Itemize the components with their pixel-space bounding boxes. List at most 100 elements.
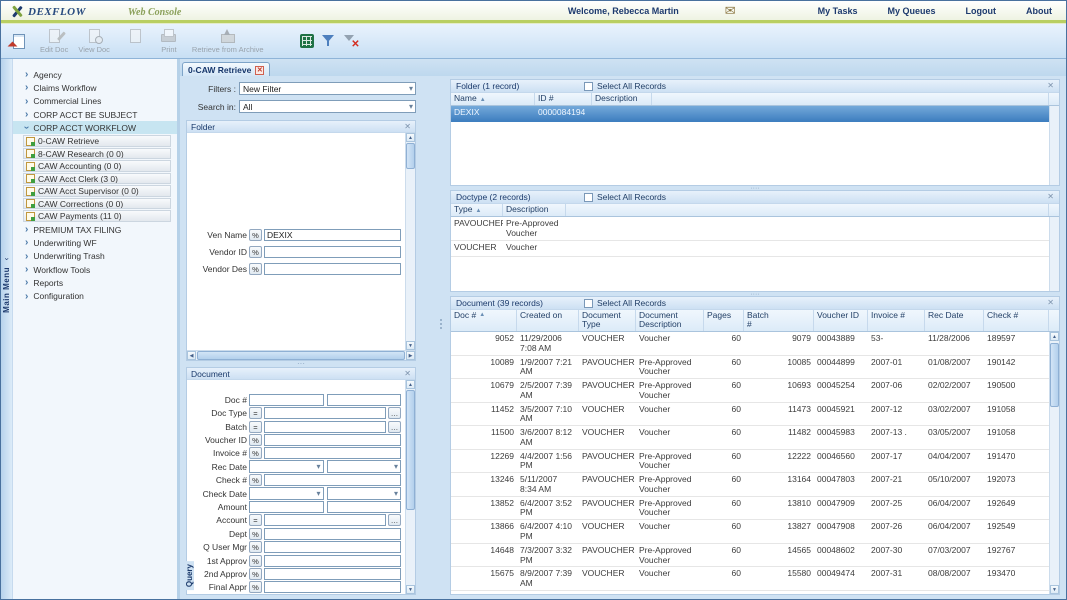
close-panel-icon[interactable]: ✕ [404, 123, 411, 131]
select-all-checkbox[interactable] [584, 82, 593, 91]
close-panel-icon[interactable]: ✕ [1047, 193, 1054, 201]
column-header-check[interactable]: Check # [984, 310, 1049, 331]
horizontal-scrollbar[interactable]: ◀ ▶ [187, 350, 415, 360]
field-select[interactable]: ▾ [249, 487, 324, 500]
tab-0-caw-retrieve[interactable]: 0-CAW Retrieve ✕ [182, 62, 270, 76]
field-input[interactable] [264, 447, 401, 459]
column-header-invoice[interactable]: Invoice # [868, 310, 925, 331]
field-input[interactable] [264, 514, 386, 526]
search-in-dropdown[interactable]: All ▾ [239, 100, 416, 113]
field-input[interactable] [264, 246, 401, 258]
table-row[interactable]: 115003/6/2007 8:12 AMVOUCHERVoucher60114… [451, 426, 1049, 450]
tab-close-icon[interactable]: ✕ [255, 66, 264, 75]
scroll-right-icon[interactable]: ▶ [406, 351, 415, 360]
print-button[interactable]: Print [156, 29, 182, 54]
field-input[interactable] [249, 501, 324, 513]
lookup-button[interactable]: … [388, 421, 401, 433]
inbox-icon[interactable]: ✉ [725, 3, 736, 19]
column-header-rec-date[interactable]: Rec Date [925, 310, 984, 331]
field-input[interactable] [264, 407, 386, 419]
field-input[interactable] [264, 541, 401, 553]
sidebar-item-premium-tax-filing[interactable]: ›PREMIUM TAX FILING [13, 223, 177, 236]
select-all-records[interactable]: Select All Records [584, 192, 666, 202]
field-input[interactable] [264, 474, 401, 486]
operator-button[interactable]: % [249, 528, 262, 540]
sidebar-item-caw-acct-supervisor-0-0[interactable]: CAW Acct Supervisor (0 0) [23, 185, 171, 197]
main-menu-strip[interactable]: › Main Menu [1, 59, 13, 599]
operator-button[interactable]: % [249, 474, 262, 486]
table-row[interactable]: 163229/7/2007 8:18 AMVOUCHERVoucher60161… [451, 591, 1049, 594]
select-all-records[interactable]: Select All Records [584, 298, 666, 308]
lookup-button[interactable]: … [388, 407, 401, 419]
table-row[interactable]: VOUCHERVoucher [451, 241, 1049, 257]
clear-filter-icon[interactable] [344, 34, 360, 48]
table-row[interactable]: 138666/4/2007 4:10 PMVOUCHERVoucher60138… [451, 520, 1049, 544]
operator-button[interactable]: % [249, 581, 262, 593]
select-all-records[interactable]: Select All Records [584, 81, 666, 91]
field-input[interactable] [327, 394, 402, 406]
scroll-down-icon[interactable]: ▼ [1050, 585, 1059, 594]
vertical-scrollbar[interactable]: ▲ ▼ [405, 380, 415, 594]
sidebar-item-8-caw-research-0-0[interactable]: 8-CAW Research (0 0) [23, 148, 171, 160]
sidebar-item-claims-workflow[interactable]: ›Claims Workflow [13, 81, 177, 94]
table-row[interactable]: PAVOUCHERPre-Approved Voucher [451, 217, 1049, 241]
column-header-id[interactable]: ID # [535, 93, 592, 105]
column-splitter[interactable] [438, 311, 443, 337]
filters-dropdown[interactable]: New Filter ▾ [239, 82, 416, 95]
field-input[interactable] [264, 263, 401, 275]
field-input[interactable] [264, 568, 401, 580]
vertical-scrollbar[interactable]: ▲ ▼ [405, 133, 415, 350]
table-row[interactable]: 146487/3/2007 3:32 PMPAVOUCHERPre-Approv… [451, 544, 1049, 568]
scroll-up-icon[interactable]: ▲ [1050, 332, 1059, 341]
column-header-name[interactable]: Name▲ [451, 93, 535, 105]
table-row[interactable]: 106792/5/2007 7:39 AMPAVOUCHERPre-Approv… [451, 379, 1049, 403]
lookup-button[interactable]: … [388, 514, 401, 526]
sidebar-item-caw-corrections-0-0[interactable]: CAW Corrections (0 0) [23, 198, 171, 210]
scroll-up-icon[interactable]: ▲ [406, 380, 415, 389]
field-input[interactable] [249, 394, 324, 406]
sidebar-item-caw-accounting-0-0[interactable]: CAW Accounting (0 0) [23, 160, 171, 172]
table-row[interactable]: 156758/9/2007 7:39 AMVOUCHERVoucher60155… [451, 567, 1049, 591]
sidebar-item-commercial-lines[interactable]: ›Commercial Lines [13, 95, 177, 108]
scroll-thumb[interactable] [197, 351, 405, 360]
scroll-down-icon[interactable]: ▼ [406, 341, 415, 350]
sidebar-item-agency[interactable]: ›Agency [13, 68, 177, 81]
sidebar-item-0-caw-retrieve[interactable]: 0-CAW Retrieve [23, 135, 171, 147]
nav-my-tasks[interactable]: My Tasks [818, 6, 858, 16]
sidebar-item-reports[interactable]: ›Reports [13, 276, 177, 289]
sidebar-item-workflow-tools[interactable]: ›Workflow Tools [13, 263, 177, 276]
sidebar-item-underwriting-trash[interactable]: ›Underwriting Trash [13, 250, 177, 263]
sidebar-item-corp-acct-be-subject[interactable]: ›CORP ACCT BE SUBJECT [13, 108, 177, 121]
table-row[interactable]: 138526/4/2007 3:52 PMPAVOUCHERPre-Approv… [451, 497, 1049, 521]
edit-doc-button[interactable]: Edit Doc [40, 29, 68, 54]
column-header-document-description[interactable]: Document Description [636, 310, 704, 331]
column-header-voucher-id[interactable]: Voucher ID [814, 310, 868, 331]
field-input[interactable] [264, 528, 401, 540]
column-header-description[interactable]: Description [592, 93, 652, 105]
column-header-type[interactable]: Type▲ [451, 204, 503, 216]
export-excel-icon[interactable] [300, 34, 314, 48]
sidebar-item-configuration[interactable]: ›Configuration [13, 289, 177, 302]
operator-button[interactable]: = [249, 514, 262, 526]
close-panel-icon[interactable]: ✕ [1047, 82, 1054, 90]
table-row[interactable]: 100891/9/2007 7:21 AMPAVOUCHERPre-Approv… [451, 356, 1049, 380]
operator-button[interactable]: % [249, 263, 262, 275]
view-doc-button[interactable]: View Doc [78, 29, 110, 54]
retrieve-from-archive-button[interactable]: Retrieve from Archive [192, 29, 264, 54]
scroll-thumb[interactable] [406, 390, 415, 510]
column-header-document-type[interactable]: Document Type [579, 310, 636, 331]
column-header-doc[interactable]: Doc #▲ [451, 310, 517, 331]
field-input[interactable] [264, 421, 386, 433]
scroll-down-icon[interactable]: ▼ [406, 585, 415, 594]
close-panel-icon[interactable]: ✕ [404, 370, 411, 378]
field-select[interactable]: ▾ [327, 487, 402, 500]
sidebar-item-caw-acct-clerk-3-0[interactable]: CAW Acct Clerk (3 0) [23, 173, 171, 185]
operator-button[interactable]: % [249, 447, 262, 459]
field-input[interactable] [264, 555, 401, 567]
operator-button[interactable]: = [249, 421, 262, 433]
column-header-batch[interactable]: Batch # [744, 310, 814, 331]
scroll-thumb[interactable] [1050, 343, 1059, 407]
scroll-left-icon[interactable]: ◀ [187, 351, 196, 360]
scroll-thumb[interactable] [406, 143, 415, 169]
field-input[interactable] [264, 581, 401, 593]
